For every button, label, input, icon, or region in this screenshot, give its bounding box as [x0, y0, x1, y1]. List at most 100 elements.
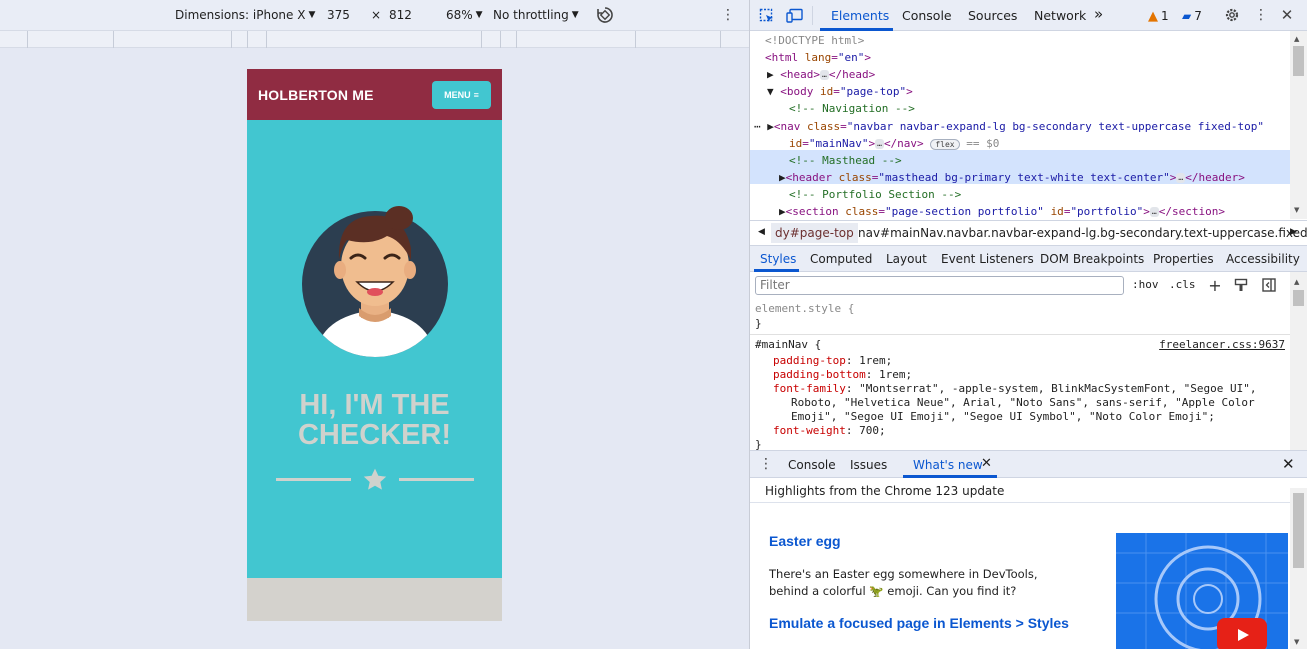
dinosaur-emoji-icon: 🦖: [869, 584, 884, 598]
tab-event-listeners[interactable]: Event Listeners: [941, 252, 1034, 266]
rotate-icon[interactable]: [595, 6, 615, 24]
tab-accessibility[interactable]: Accessibility: [1226, 252, 1300, 266]
close-devtools-icon[interactable]: ✕: [1279, 5, 1295, 25]
scrollbar-thumb[interactable]: [1293, 493, 1304, 568]
dropdown-caret-icon: ▼: [475, 10, 483, 20]
collapse-triangle-icon: ▼: [767, 85, 774, 98]
scroll-up-icon[interactable]: ▲: [1294, 278, 1299, 286]
style-property-cont: Emoji", "Segoe UI Emoji", "Segoe UI Symb…: [791, 410, 1215, 423]
dom-section-node[interactable]: ▶<section class="page-section portfolio"…: [779, 203, 1225, 219]
tab-layout[interactable]: Layout: [886, 252, 927, 266]
dom-nav-node[interactable]: ⋯ ▶<nav class="navbar navbar-expand-lg b…: [754, 118, 1264, 135]
close-tab-icon[interactable]: ✕: [981, 456, 992, 471]
height-input[interactable]: 812: [389, 8, 412, 22]
device-select[interactable]: Dimensions: iPhone X ▼: [175, 8, 315, 22]
messages-counter[interactable]: ▰ 7: [1182, 7, 1202, 25]
whats-new-header: Highlights from the Chrome 123 update: [765, 484, 1005, 498]
hero-line-2: CHECKER!: [297, 419, 452, 451]
style-property[interactable]: font-family: "Montserrat", -apple-system…: [773, 382, 1256, 396]
close-drawer-icon[interactable]: ✕: [1282, 455, 1295, 473]
media-query-ruler: [0, 30, 749, 48]
whats-new-link-easter-egg[interactable]: Easter egg: [769, 533, 841, 549]
page-navbar: HOLBERTON ME MENU ≡: [247, 69, 502, 120]
cls-button[interactable]: .cls: [1169, 278, 1196, 291]
device-toolbar: Dimensions: iPhone X ▼ 375 × 812 68% ▼ N…: [0, 0, 749, 30]
more-options-icon[interactable]: ⋮: [721, 6, 735, 24]
brand-link[interactable]: HOLBERTON ME: [258, 87, 374, 103]
zoom-select[interactable]: 68% ▼: [446, 8, 483, 22]
tab-console[interactable]: Console: [902, 8, 952, 23]
inspect-element-icon[interactable]: [758, 7, 776, 25]
tab-sources[interactable]: Sources: [968, 8, 1017, 23]
style-property[interactable]: padding-bottom: 1rem;: [773, 368, 912, 382]
whats-new-panel: Highlights from the Chrome 123 update Ea…: [750, 478, 1307, 649]
width-input[interactable]: 375: [327, 8, 350, 22]
youtube-play-icon[interactable]: [1217, 618, 1267, 649]
throttling-select[interactable]: No throttling ▼: [493, 8, 579, 22]
styles-filter-bar: Filter :hov .cls +: [750, 272, 1307, 300]
tab-dom-breakpoints[interactable]: DOM Breakpoints: [1040, 252, 1144, 266]
element-style-rule[interactable]: element.style {: [755, 302, 854, 316]
styles-pane: element.style { } #mainNav { freelancer.…: [750, 300, 1290, 450]
styles-filter-input[interactable]: Filter: [755, 276, 1124, 295]
devtools-menu-icon[interactable]: ⋮: [1254, 6, 1268, 24]
drawer-tab-issues[interactable]: Issues: [850, 458, 887, 472]
device-toggle-icon[interactable]: [786, 7, 804, 25]
rule-selector[interactable]: #mainNav {: [755, 338, 821, 352]
zoom-value: 68%: [446, 8, 473, 22]
menu-label: MENU: [444, 89, 471, 100]
whats-new-link-focused-page[interactable]: Emulate a focused page in Elements > Sty…: [769, 615, 1069, 631]
drawer-tab-console[interactable]: Console: [788, 458, 836, 472]
dom-comment-masthead[interactable]: <!-- Masthead -->: [789, 152, 902, 169]
tab-styles[interactable]: Styles: [760, 252, 796, 266]
flex-badge[interactable]: flex: [930, 138, 960, 150]
scrollbar-thumb[interactable]: [1293, 290, 1304, 306]
breadcrumb: ◀ dy#page-top nav#mainNav.navbar.navbar-…: [750, 220, 1307, 246]
dom-head-node[interactable]: ▶ <head>… </head>: [767, 66, 875, 83]
star-divider: [276, 467, 474, 493]
rule-source-link[interactable]: freelancer.css:9637: [1159, 338, 1285, 352]
scrollbar-thumb[interactable]: [1293, 46, 1304, 76]
styles-subtabs: Styles Computed Layout Event Listeners D…: [750, 246, 1307, 272]
breadcrumb-scroll-left-icon[interactable]: ◀: [758, 227, 765, 237]
dom-html-node[interactable]: <html lang="en">: [765, 49, 871, 66]
tab-properties[interactable]: Properties: [1153, 252, 1214, 266]
dom-header-node[interactable]: ▶<header class="masthead bg-primary text…: [779, 169, 1245, 186]
divider-line-right: [399, 478, 474, 481]
dom-comment-navigation[interactable]: <!-- Navigation -->: [789, 100, 915, 117]
tab-elements[interactable]: Elements: [831, 8, 889, 23]
tab-network[interactable]: Network: [1034, 8, 1086, 23]
dom-comment-portfolio[interactable]: <!-- Portfolio Section -->: [789, 186, 961, 203]
new-style-rule-icon[interactable]: +: [1207, 276, 1223, 295]
hero-line-1: HI, I'M THE: [299, 389, 450, 421]
more-tabs-icon[interactable]: »: [1094, 5, 1103, 23]
whats-new-scrollbar[interactable]: ▼: [1290, 488, 1307, 649]
dom-doctype[interactable]: <!DOCTYPE html>: [765, 32, 864, 49]
scroll-up-icon[interactable]: ▲: [1294, 35, 1299, 43]
breadcrumb-scroll-right-icon[interactable]: ▶: [1290, 227, 1297, 237]
paint-brush-icon[interactable]: [1233, 277, 1249, 293]
hov-button[interactable]: :hov: [1132, 278, 1159, 291]
toggle-sidebar-icon[interactable]: [1261, 277, 1277, 293]
menu-button[interactable]: MENU ≡: [432, 80, 491, 109]
drawer-menu-icon[interactable]: ⋮: [759, 456, 773, 472]
drawer-tab-whats-new[interactable]: What's new: [913, 458, 983, 472]
settings-gear-icon[interactable]: [1223, 6, 1241, 24]
video-thumbnail[interactable]: [1116, 533, 1288, 649]
devtools-main-toolbar: Elements Console Sources Network » ▲ 1 ▰…: [750, 0, 1307, 31]
breadcrumb-body[interactable]: dy#page-top: [771, 223, 858, 243]
scroll-down-icon[interactable]: ▼: [1294, 206, 1299, 214]
rule-separator: [750, 334, 1290, 335]
dom-body-node[interactable]: ▼ <body id="page-top">: [767, 83, 913, 100]
warnings-counter[interactable]: ▲ 1: [1148, 7, 1169, 25]
style-property[interactable]: padding-top: 1rem;: [773, 354, 892, 368]
node-actions-icon: ⋯: [754, 120, 761, 133]
tab-computed[interactable]: Computed: [810, 252, 872, 266]
scroll-down-icon[interactable]: ▼: [1294, 638, 1299, 646]
dom-nav-node-cont[interactable]: id="mainNav">… </nav> flex == $0: [789, 135, 999, 152]
styles-scrollbar[interactable]: ▲: [1290, 272, 1307, 450]
dom-tree-scrollbar[interactable]: ▲ ▼: [1290, 31, 1307, 219]
breadcrumb-nav[interactable]: nav#mainNav.navbar.navbar-expand-lg.bg-s…: [858, 226, 1307, 240]
device-emulation-pane: Dimensions: iPhone X ▼ 375 × 812 68% ▼ N…: [0, 0, 749, 649]
style-property[interactable]: font-weight: 700;: [773, 424, 886, 438]
